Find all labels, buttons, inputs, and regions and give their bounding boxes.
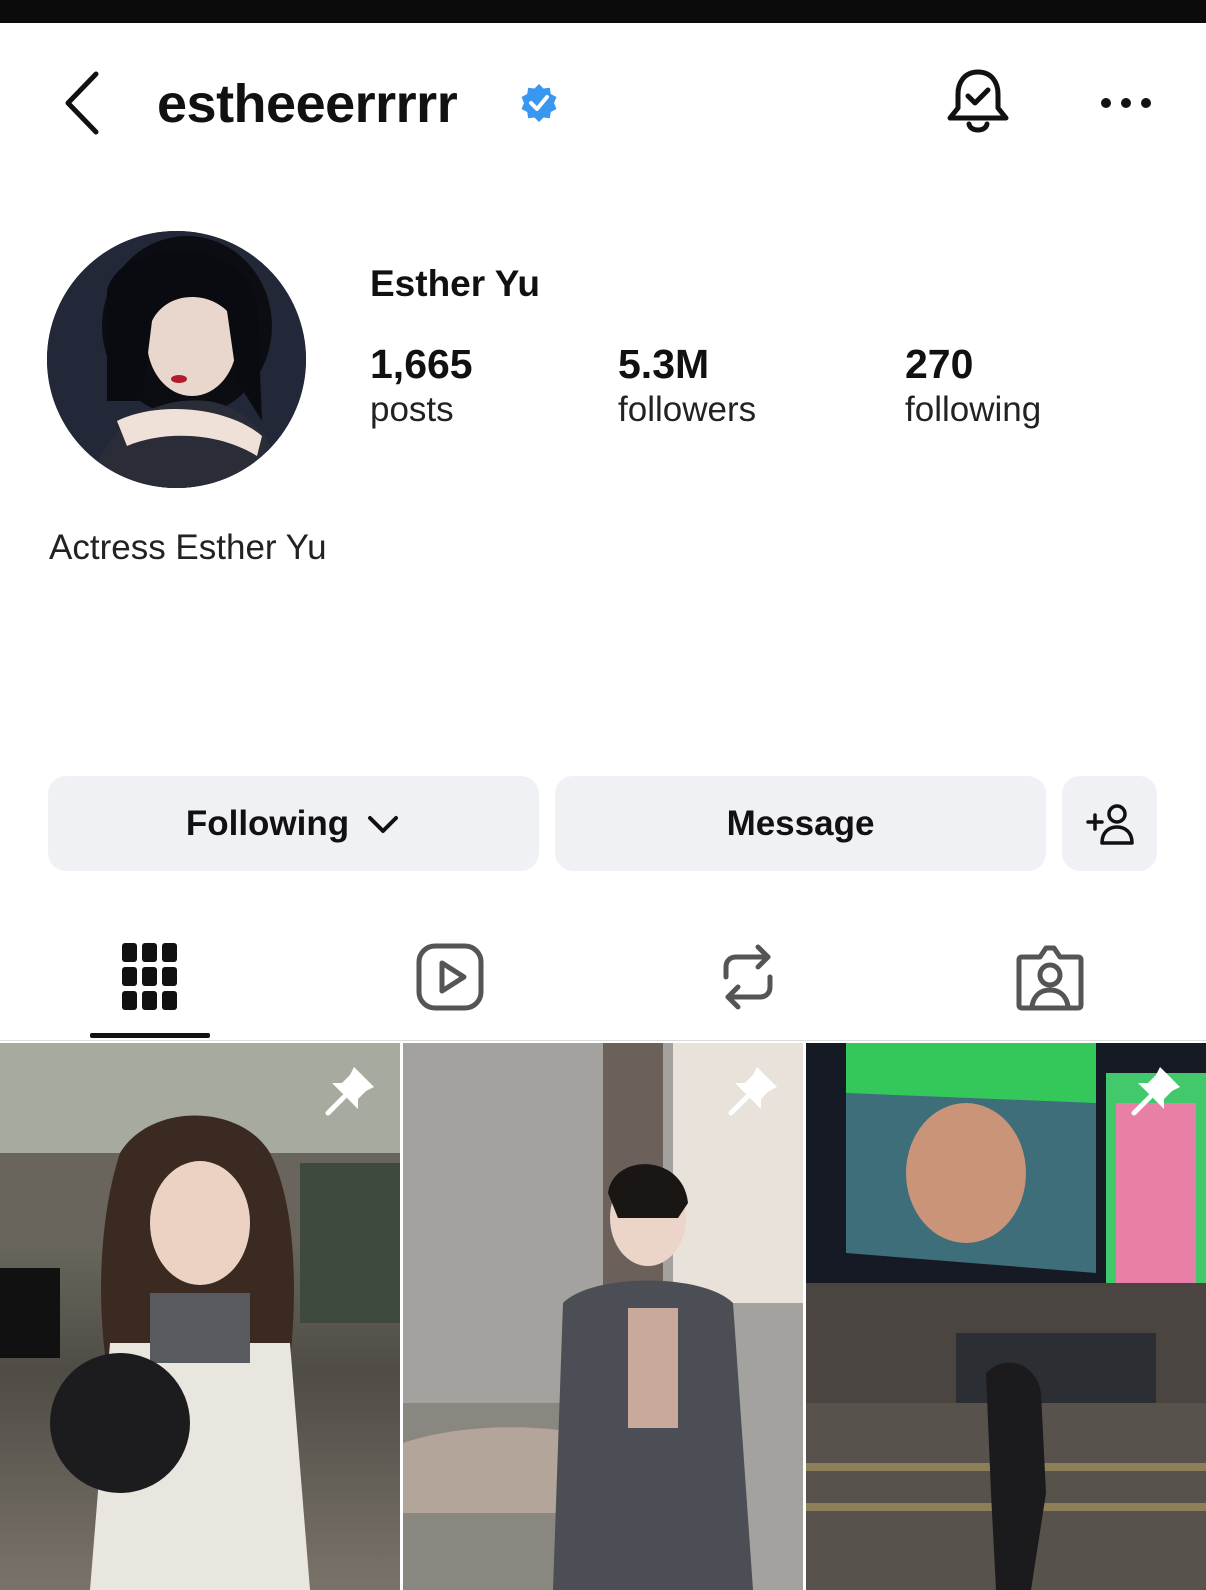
profile-avatar[interactable] — [47, 231, 306, 488]
following-button-label: Following — [185, 803, 350, 843]
tab-posts-grid[interactable] — [95, 932, 205, 1022]
stat-followers[interactable]: 5.3M followers — [618, 340, 756, 432]
pin-icon — [325, 1067, 374, 1116]
more-options-button[interactable] — [1096, 88, 1156, 118]
tabs-divider — [0, 1040, 1206, 1041]
display-name: Esther Yu — [370, 263, 541, 304]
grid-post-1[interactable] — [0, 1043, 400, 1590]
message-button-label: Message — [726, 803, 875, 843]
pin-icon — [1131, 1067, 1180, 1116]
more-horizontal-icon — [1101, 98, 1151, 108]
post-photo — [806, 1043, 1206, 1590]
verified-badge-icon — [521, 84, 557, 122]
stat-followers-value: 5.3M — [618, 341, 710, 387]
grid-post-2[interactable] — [403, 1043, 803, 1590]
tagged-person-icon — [1016, 945, 1084, 1011]
repost-icon — [723, 944, 773, 1010]
stat-posts-label: posts — [370, 390, 454, 429]
avatar-photo — [47, 231, 306, 488]
message-button[interactable]: Message — [555, 776, 1046, 871]
reels-icon — [416, 943, 484, 1011]
grid-icon — [122, 943, 177, 1010]
pin-icon — [728, 1067, 777, 1116]
tab-tagged[interactable] — [995, 932, 1105, 1022]
add-person-button[interactable] — [1062, 776, 1157, 871]
stat-followers-label: followers — [618, 390, 757, 429]
stat-following[interactable]: 270 following — [905, 340, 1041, 432]
add-person-icon — [1085, 803, 1134, 845]
stat-following-value: 270 — [905, 341, 974, 387]
stat-posts-value: 1,665 — [370, 341, 473, 387]
tab-reels[interactable] — [395, 932, 505, 1022]
stat-following-label: following — [905, 390, 1042, 429]
chevron-left-icon — [65, 71, 99, 135]
status-bar — [0, 0, 1206, 23]
post-photo — [403, 1043, 803, 1590]
following-button[interactable]: Following — [48, 776, 539, 871]
post-photo — [0, 1043, 400, 1590]
chevron-down-icon — [368, 815, 399, 833]
profile-bio: Actress Esther Yu — [49, 528, 327, 567]
tab-reposts[interactable] — [693, 932, 803, 1022]
bell-check-icon — [947, 69, 1009, 133]
profile-username: estheeerrrrr — [157, 74, 458, 134]
back-button[interactable] — [58, 68, 108, 138]
grid-post-3[interactable] — [806, 1043, 1206, 1590]
stat-posts[interactable]: 1,665 posts — [370, 340, 473, 432]
notifications-button[interactable] — [943, 66, 1013, 140]
active-tab-indicator — [90, 1033, 210, 1038]
